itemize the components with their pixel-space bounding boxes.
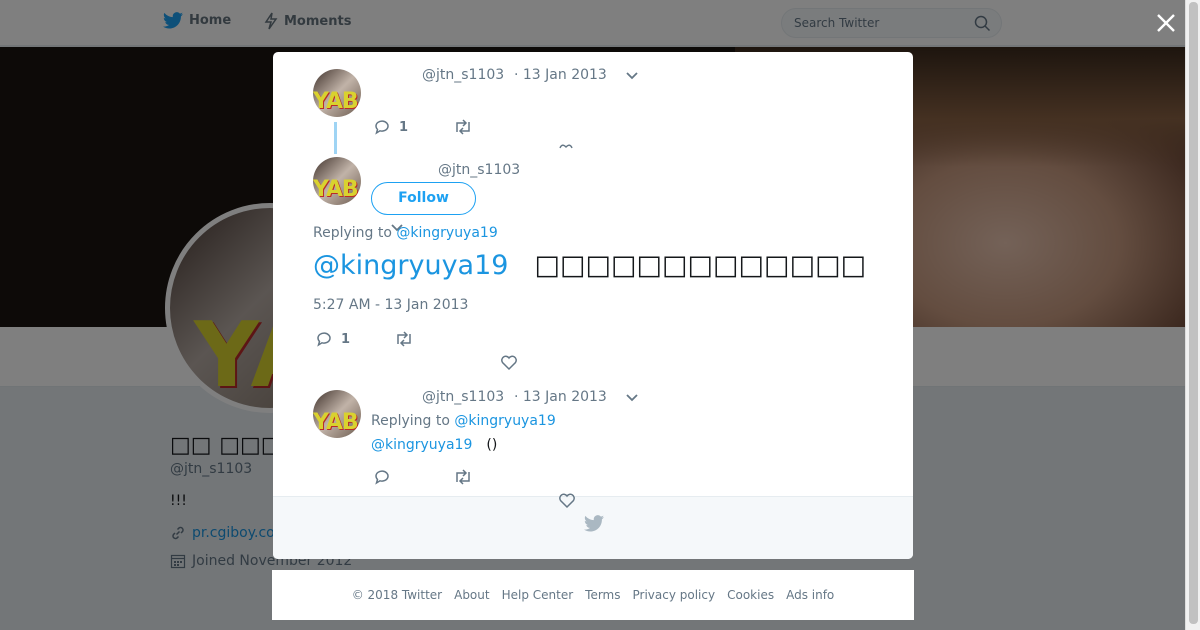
tweet-datetime: 5:27 AM - 13 Jan 2013 [313, 297, 469, 313]
chevron-down-icon[interactable] [625, 393, 639, 403]
reply-icon [317, 332, 331, 347]
reply-icon [375, 120, 389, 135]
footer-link-privacy[interactable]: Privacy policy [633, 588, 716, 602]
avatar-graphic: YABA [313, 177, 361, 202]
reply-count: 1 [341, 331, 351, 347]
footer-link-help-center[interactable]: Help Center [502, 588, 574, 602]
twitter-bird-icon [584, 515, 604, 532]
tweet-handle[interactable]: @jtn_s1103 [438, 162, 520, 178]
tweet-timestamp[interactable]: · 13 Jan 2013 [514, 389, 607, 405]
footer-link-about[interactable]: About [454, 588, 489, 602]
tweet-text: @kingryuya19 () [371, 437, 497, 453]
footer-link-terms[interactable]: Terms [585, 588, 620, 602]
mention-link[interactable]: @kingryuya19 [371, 437, 472, 453]
heart-icon[interactable] [500, 354, 518, 371]
replying-to: Replying to @kingryuya19 [313, 225, 498, 241]
footer-copyright: © 2018 Twitter [351, 588, 443, 602]
tweet-handle[interactable]: @jtn_s1103 [422, 389, 504, 405]
footer-link-cookies[interactable]: Cookies [727, 588, 774, 602]
avatar-graphic: YABA [313, 89, 361, 114]
tweet-text: @kingryuya19 □□□□□□□□□□□□□ [313, 250, 866, 281]
reply-button[interactable]: 1 [373, 118, 408, 136]
reply-icon [375, 470, 389, 485]
thread-connector [334, 122, 337, 154]
reply-button[interactable] [373, 468, 391, 486]
tweet-permalink-modal: YABA @jtn_s1103 · 13 Jan 2013 1 YABA @jt… [273, 52, 913, 559]
modal-footer [273, 496, 913, 559]
replying-prefix: Replying to [313, 225, 392, 241]
retweet-button[interactable] [394, 330, 414, 348]
site-footer: © 2018 Twitter About Help Center Terms P… [272, 570, 914, 620]
retweet-button[interactable] [453, 118, 473, 136]
replying-to: Replying to @kingryuya19 [371, 413, 556, 429]
tweet-timestamp[interactable]: · 13 Jan 2013 [514, 67, 607, 83]
scrollbar[interactable] [1185, 0, 1200, 630]
retweet-icon [456, 119, 470, 135]
chevron-down-icon[interactable] [625, 71, 639, 81]
follow-button[interactable]: Follow [371, 182, 476, 215]
replying-to-link[interactable]: @kingryuya19 [454, 413, 555, 429]
reply-count: 1 [399, 119, 409, 135]
avatar[interactable]: YABA [313, 69, 361, 117]
reply-button[interactable]: 1 [315, 330, 350, 348]
tweet-body: () [486, 437, 498, 453]
avatar[interactable]: YABA [313, 157, 361, 205]
retweet-button[interactable] [453, 468, 473, 486]
close-icon[interactable] [1155, 12, 1177, 34]
heart-icon[interactable] [559, 142, 573, 150]
tweet-handle[interactable]: @jtn_s1103 [422, 67, 504, 83]
retweet-icon [456, 469, 470, 485]
replying-to-link[interactable]: @kingryuya19 [396, 225, 497, 241]
footer-link-ads-info[interactable]: Ads info [786, 588, 834, 602]
retweet-icon [397, 331, 411, 347]
mention-link[interactable]: @kingryuya19 [313, 250, 508, 281]
heart-icon[interactable] [558, 492, 576, 509]
tweet-body: □□□□□□□□□□□□□ [534, 250, 867, 281]
avatar-graphic: YABA [313, 410, 361, 435]
scrollbar-thumb[interactable] [1189, 2, 1198, 624]
avatar[interactable]: YABA [313, 390, 361, 438]
replying-prefix: Replying to [371, 413, 450, 429]
